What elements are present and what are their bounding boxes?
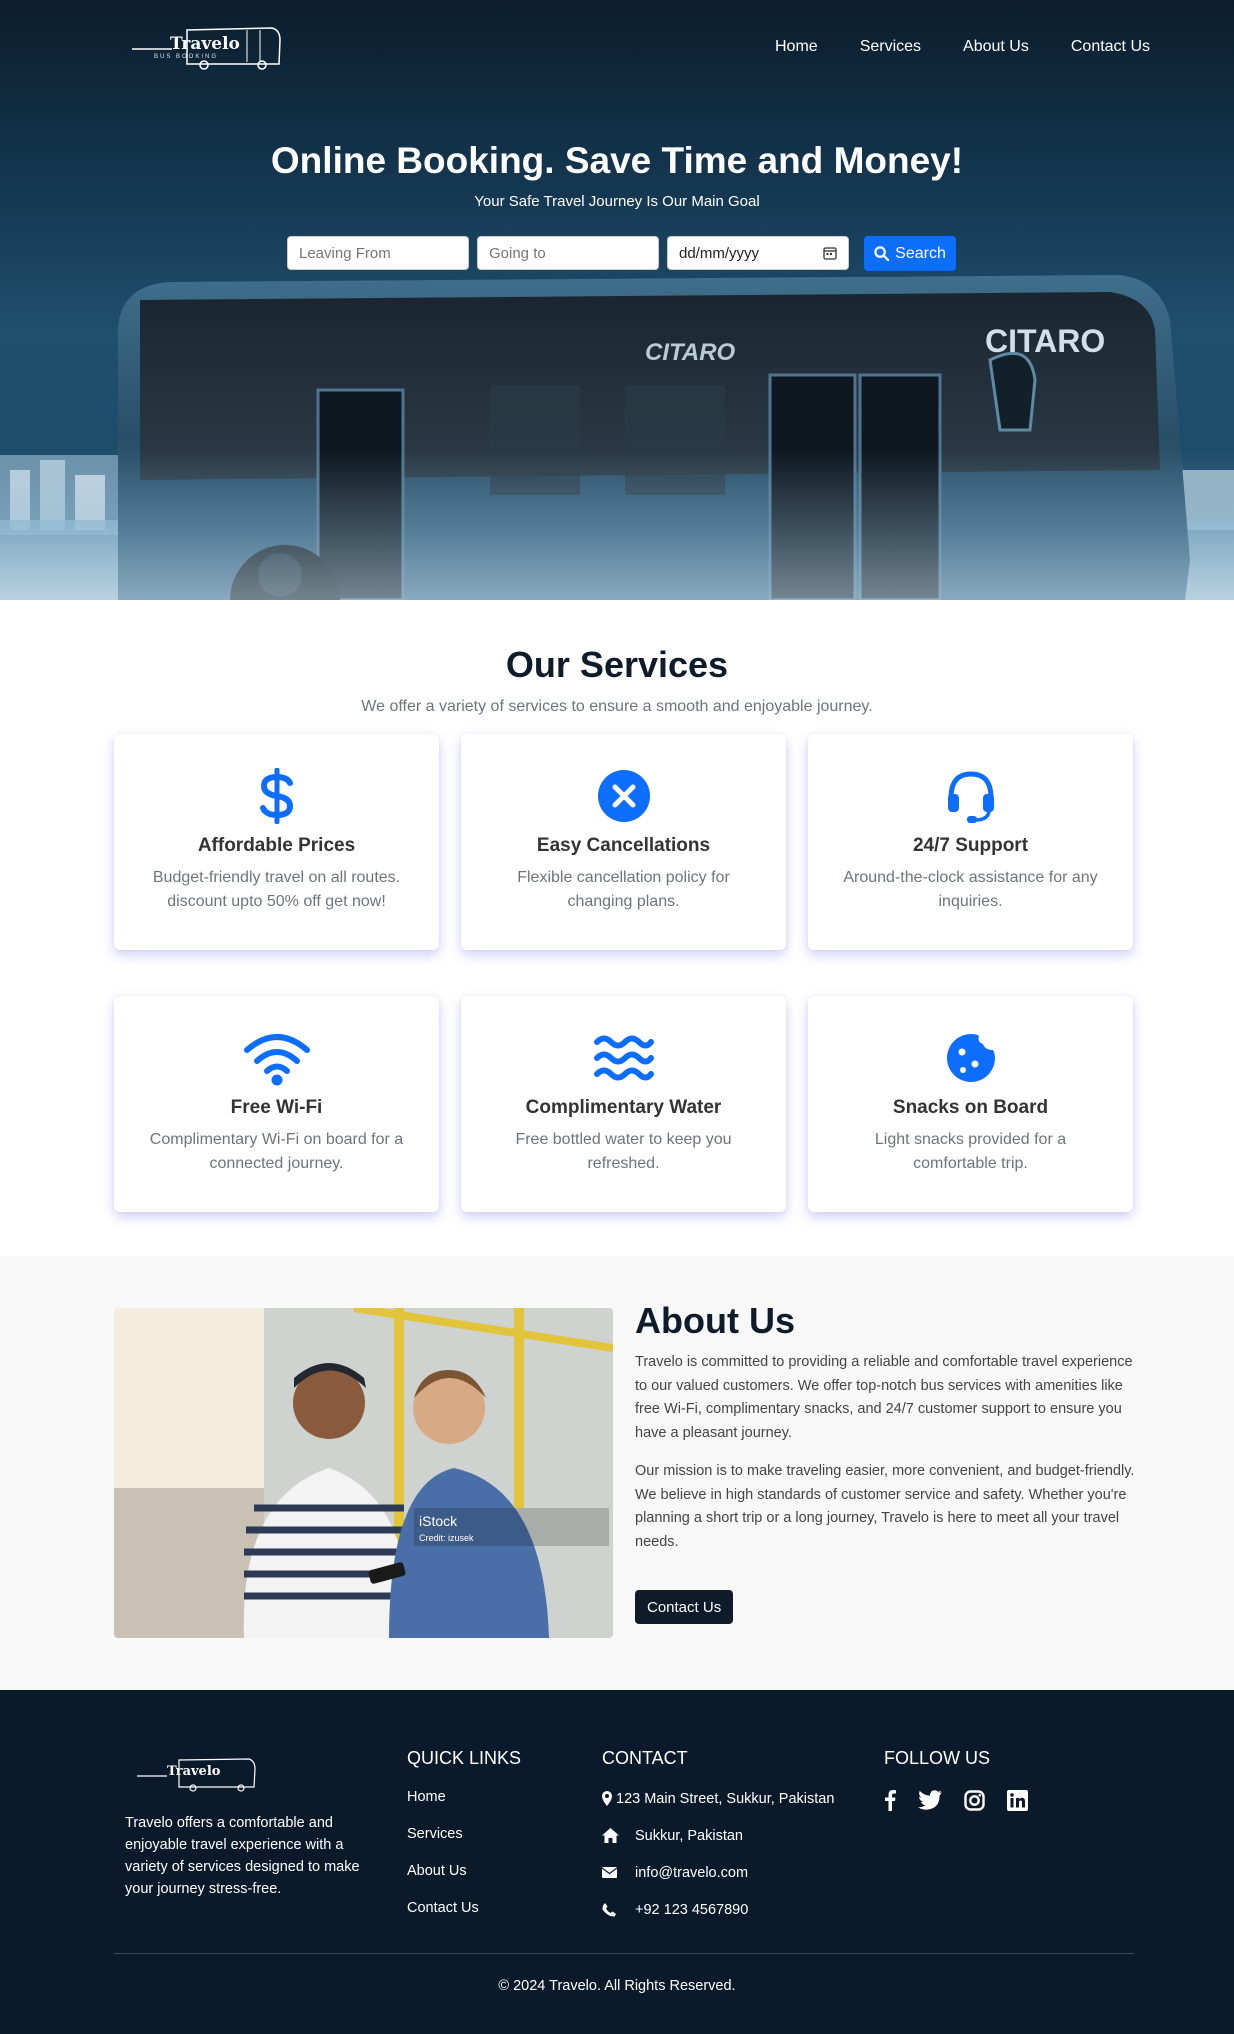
quick-links-title: QUICK LINKS bbox=[407, 1748, 522, 1768]
about-section: iStock Credit: izusek About Us Travelo i… bbox=[0, 1256, 1234, 1690]
service-desc: Budget-friendly travel on all routes. di… bbox=[152, 869, 401, 910]
footer-link-contact[interactable]: Contact Us bbox=[407, 1900, 521, 1919]
calendar-icon[interactable] bbox=[823, 246, 837, 260]
contact-city-text: Sukkur, Pakistan bbox=[635, 1827, 743, 1844]
twitter-icon[interactable] bbox=[918, 1790, 942, 1810]
contact-address: 123 Main Street, Sukkur, Pakistan bbox=[602, 1789, 834, 1808]
contact-city: Sukkur, Pakistan bbox=[602, 1826, 834, 1845]
service-title: Easy Cancellations bbox=[536, 835, 711, 856]
about-photo: iStock Credit: izusek bbox=[114, 1308, 613, 1638]
contact-address-text: 123 Main Street, Sukkur, Pakistan bbox=[616, 1790, 835, 1807]
about-paragraph-2: Our mission is to make traveling easier,… bbox=[635, 1463, 1135, 1550]
service-title: Affordable Prices bbox=[197, 835, 356, 856]
service-card-snacks: Snacks on Board Light snacks provided fo… bbox=[808, 996, 1133, 1212]
service-title: Complimentary Water bbox=[525, 1097, 722, 1118]
brand-name: Travelo bbox=[170, 34, 240, 54]
contact-column: CONTACT 123 Main Street, Sukkur, Pakista… bbox=[602, 1748, 834, 1937]
nav-about[interactable]: About Us bbox=[963, 38, 1029, 56]
linkedin-icon[interactable] bbox=[1007, 1789, 1028, 1811]
cancel-circle-icon bbox=[597, 770, 650, 822]
contact-phone-text[interactable]: +92 123 4567890 bbox=[635, 1902, 748, 1918]
search-button-label: Search bbox=[895, 244, 946, 262]
going-to-input[interactable]: Going to bbox=[477, 236, 659, 270]
service-card-support: 24/7 Support Around-the-clock assistance… bbox=[808, 734, 1133, 950]
nav-services[interactable]: Services bbox=[860, 38, 921, 56]
footer: Travelo Travelo offers a comfortable and… bbox=[0, 1690, 1234, 2034]
service-card-easy-cancellations: Easy Cancellations Flexible cancellation… bbox=[461, 734, 786, 950]
search-icon bbox=[874, 246, 890, 261]
hero-title: Online Booking. Save Time and Money! bbox=[270, 140, 964, 181]
brand-tagline: BUS BOOKING bbox=[154, 54, 219, 60]
map-pin-icon bbox=[602, 1791, 612, 1806]
hero-section: CITARO CITARO Travelo BUS BOOKING Home S… bbox=[0, 0, 1234, 600]
service-card-affordable-prices: Affordable Prices Budget-friendly travel… bbox=[114, 734, 439, 950]
service-card-complimentary-water: Complimentary Water Free bottled water t… bbox=[461, 996, 786, 1212]
service-desc: Free bottled water to keep you refreshed… bbox=[515, 1131, 732, 1172]
nav-contact[interactable]: Contact Us bbox=[1071, 38, 1150, 56]
service-desc: Light snacks provided for a comfortable … bbox=[874, 1131, 1067, 1172]
about-paragraph-1: Travelo is committed to providing a reli… bbox=[635, 1354, 1133, 1441]
search-form: Leaving From Going to dd/mm/yyyy Search bbox=[287, 236, 956, 271]
nav-home[interactable]: Home bbox=[775, 38, 818, 56]
instagram-icon[interactable] bbox=[964, 1789, 985, 1811]
water-icon bbox=[593, 1035, 654, 1081]
facebook-icon[interactable] bbox=[884, 1789, 896, 1811]
about-title: About Us bbox=[635, 1300, 795, 1341]
service-title: 24/7 Support bbox=[912, 835, 1029, 856]
service-title: Free Wi-Fi bbox=[230, 1097, 323, 1118]
services-section: Our Services We offer a variety of servi… bbox=[0, 600, 1234, 1256]
leaving-from-placeholder: Leaving From bbox=[299, 244, 391, 262]
service-desc: Around-the-clock assistance for any inqu… bbox=[843, 869, 1098, 910]
search-button[interactable]: Search bbox=[864, 236, 956, 271]
cookie-icon bbox=[946, 1034, 995, 1082]
bus-brand-side: CITARO bbox=[645, 339, 736, 366]
footer-divider bbox=[114, 1953, 1134, 1954]
quick-links-column: QUICK LINKS Home Services About Us Conta… bbox=[407, 1748, 521, 1937]
nav-links: Home Services About Us Contact Us bbox=[775, 38, 1150, 56]
leaving-from-input[interactable]: Leaving From bbox=[287, 236, 469, 270]
going-to-placeholder: Going to bbox=[489, 244, 546, 262]
contact-us-button[interactable]: Contact Us bbox=[635, 1590, 734, 1624]
contact-phone: +92 123 4567890 bbox=[602, 1900, 834, 1919]
home-icon bbox=[602, 1828, 619, 1843]
service-desc: Flexible cancellation policy for changin… bbox=[517, 869, 730, 910]
hero-subtitle: Your Safe Travel Journey Is Our Main Goa… bbox=[474, 193, 760, 210]
footer-logo[interactable]: Travelo bbox=[137, 1754, 257, 1794]
contact-email-text[interactable]: info@travelo.com bbox=[635, 1865, 748, 1881]
date-input[interactable]: dd/mm/yyyy bbox=[667, 236, 849, 270]
services-title: Our Services bbox=[505, 644, 729, 685]
dollar-icon bbox=[259, 768, 293, 824]
follow-us-column: FOLLOW US bbox=[884, 1748, 1028, 1811]
social-links bbox=[884, 1789, 1028, 1811]
contact-email: info@travelo.com bbox=[602, 1863, 834, 1882]
top-navbar: Travelo BUS BOOKING Home Services About … bbox=[0, 0, 1234, 95]
image-credit: Credit: izusek bbox=[419, 1533, 474, 1543]
contact-title: CONTACT bbox=[602, 1748, 688, 1768]
footer-link-about[interactable]: About Us bbox=[407, 1863, 521, 1882]
date-placeholder: dd/mm/yyyy bbox=[679, 244, 760, 262]
service-card-free-wifi: Free Wi-Fi Complimentary Wi-Fi on board … bbox=[114, 996, 439, 1212]
service-desc: Complimentary Wi-Fi on board for a conne… bbox=[149, 1131, 404, 1172]
footer-brand-name: Travelo bbox=[167, 1764, 221, 1779]
headset-icon bbox=[947, 771, 994, 823]
envelope-icon bbox=[602, 1867, 617, 1878]
service-title: Snacks on Board bbox=[892, 1097, 1049, 1118]
footer-link-services[interactable]: Services bbox=[407, 1826, 521, 1845]
services-subtitle: We offer a variety of services to ensure… bbox=[361, 698, 873, 715]
follow-us-title: FOLLOW US bbox=[884, 1748, 991, 1768]
wifi-icon bbox=[243, 1034, 310, 1086]
phone-icon bbox=[602, 1902, 616, 1917]
footer-link-home[interactable]: Home bbox=[407, 1789, 521, 1808]
footer-about-text: Travelo offers a comfortable and enjoyab… bbox=[125, 1815, 360, 1897]
brand-logo[interactable]: Travelo BUS BOOKING bbox=[132, 22, 282, 72]
istock-watermark: iStock bbox=[419, 1513, 458, 1529]
copyright-text: © 2024 Travelo. All Rights Reserved. bbox=[498, 1978, 736, 1994]
